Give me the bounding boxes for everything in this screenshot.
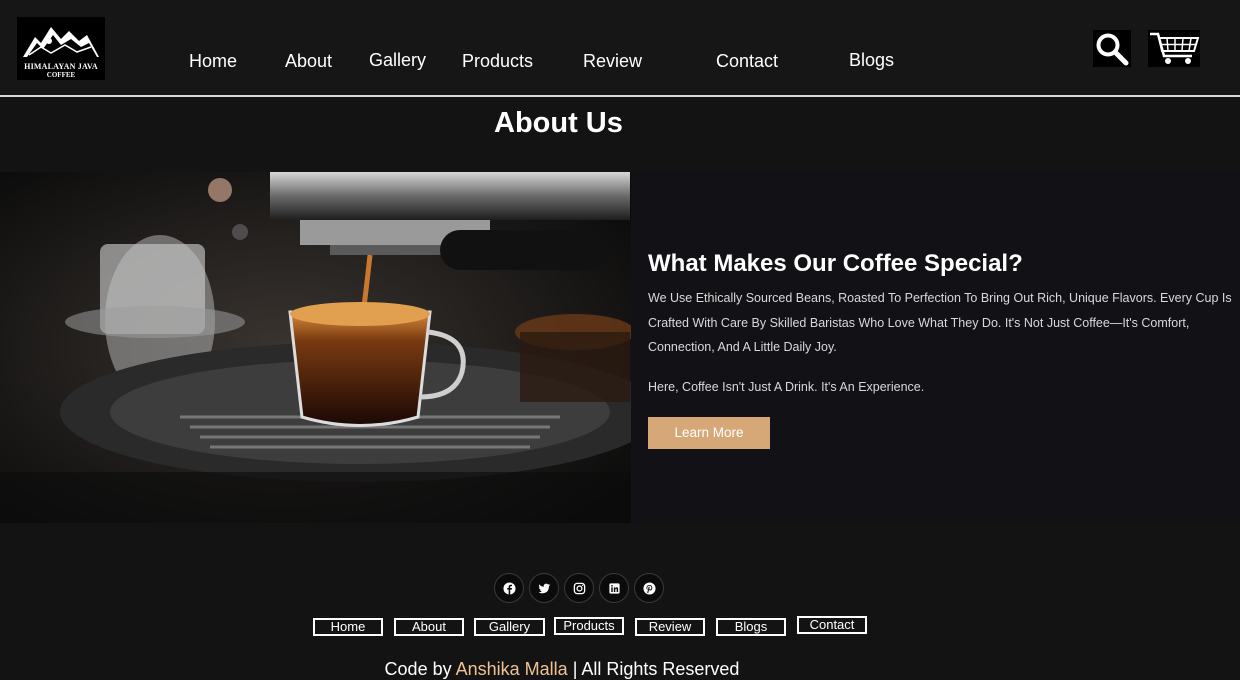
footer-nav-products[interactable]: Products (554, 617, 624, 635)
tagline-paragraph: Here, Coffee Isn't Just A Drink. It's An… (648, 380, 925, 394)
author-name[interactable]: Anshika Malla (456, 659, 568, 679)
footer-nav-contact[interactable]: Contact (797, 616, 867, 634)
learn-more-button[interactable]: Learn More (648, 417, 770, 449)
logo[interactable]: HIMALAYAN JAVA COFFEE (17, 17, 105, 80)
nav-home[interactable]: Home (189, 50, 237, 72)
search-button[interactable] (1093, 30, 1131, 67)
logo-text-line2: COFFEE (46, 71, 76, 79)
credit-suffix: | All Rights Reserved (572, 659, 740, 679)
nav-blogs[interactable]: Blogs (849, 49, 894, 71)
nav-about[interactable]: About (285, 50, 332, 72)
nav-products[interactable]: Products (462, 50, 533, 72)
espresso-image (0, 172, 631, 523)
footer-nav-review[interactable]: Review (635, 618, 705, 636)
site-header: HIMALAYAN JAVA COFFEE Home About Gallery… (0, 0, 1240, 97)
footer-nav-blogs[interactable]: Blogs (716, 618, 786, 636)
footer-credit: Code by Anshika Malla | All Rights Reser… (0, 658, 1124, 680)
logo-text-line1: HIMALAYAN JAVA (24, 62, 98, 71)
mountain-logo-icon (23, 27, 99, 57)
instagram-button[interactable] (564, 573, 594, 603)
search-icon (1096, 33, 1129, 66)
footer-nav-about[interactable]: About (394, 618, 464, 636)
credit-prefix: Code by (384, 659, 452, 679)
nav-gallery[interactable]: Gallery (369, 49, 426, 71)
linkedin-button[interactable] (599, 573, 629, 603)
pinterest-button[interactable] (634, 573, 664, 603)
linkedin-icon (609, 583, 620, 594)
facebook-icon (503, 582, 516, 595)
cart-icon (1150, 32, 1200, 64)
twitter-icon (538, 583, 551, 594)
footer-nav-home[interactable]: Home (313, 618, 383, 636)
facebook-button[interactable] (494, 573, 524, 603)
section-heading: What Makes Our Coffee Special? (648, 250, 1023, 277)
cart-button[interactable] (1148, 30, 1200, 67)
nav-contact[interactable]: Contact (716, 50, 778, 72)
twitter-button[interactable] (529, 573, 559, 603)
pinterest-icon (643, 582, 656, 595)
footer-nav-gallery[interactable]: Gallery (474, 618, 545, 636)
nav-review[interactable]: Review (583, 50, 642, 72)
page-title: About Us (494, 107, 623, 139)
about-paragraph: We Use Ethically Sourced Beans, Roasted … (648, 291, 1232, 354)
about-panel: What Makes Our Coffee Special? We Use Et… (631, 172, 1240, 523)
instagram-icon (573, 582, 586, 595)
